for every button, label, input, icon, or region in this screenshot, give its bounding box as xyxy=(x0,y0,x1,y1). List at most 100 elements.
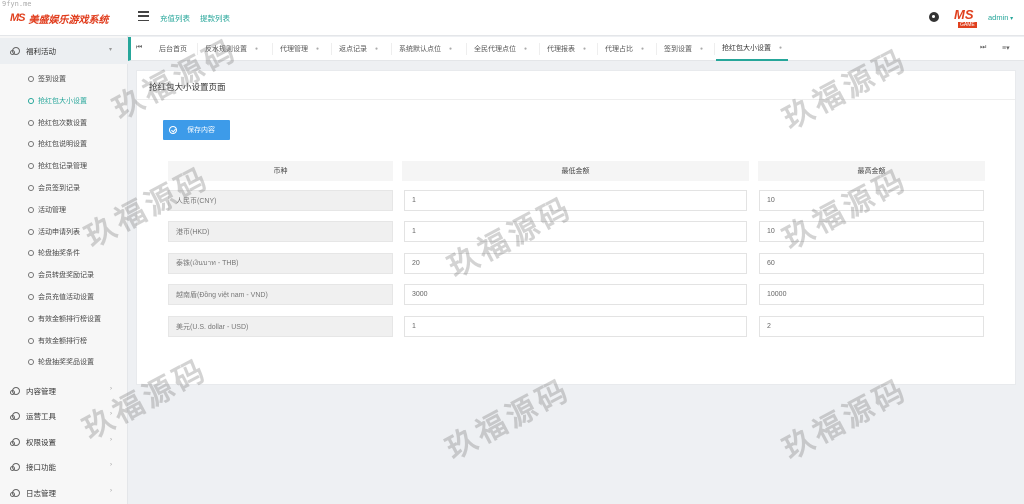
sidebar-item-2[interactable]: 抢红包次数设置 xyxy=(0,112,128,134)
sidebar-group-3[interactable]: 权限设置 › xyxy=(0,429,128,455)
sidebar-item-7[interactable]: 活动申请列表 xyxy=(0,221,128,243)
withdraw-list-link[interactable]: 提款列表 xyxy=(200,13,230,24)
tab-9[interactable]: 抢红包大小设置 ● xyxy=(716,37,789,61)
tab-4[interactable]: 系统默认点位 ● xyxy=(393,37,458,61)
sidebar-item-5[interactable]: 会员签到记录 xyxy=(0,177,128,199)
tab-close-icon[interactable]: ● xyxy=(524,46,527,52)
sidebar-group-4[interactable]: 接口功能 › xyxy=(0,454,128,480)
tab-close-icon[interactable]: ● xyxy=(779,45,782,51)
item-icon xyxy=(28,294,34,300)
sidebar-item-4[interactable]: 抢红包记录管理 xyxy=(0,155,128,177)
column-header-2: 最高金额 xyxy=(758,161,985,181)
tab-8[interactable]: 签到设置 ● xyxy=(658,37,709,61)
tab-separator xyxy=(391,43,392,55)
user-menu[interactable]: admin xyxy=(988,13,1013,22)
item-icon xyxy=(28,76,34,82)
max-amount-input[interactable]: 2 xyxy=(759,316,984,337)
max-amount-input[interactable]: 10 xyxy=(759,190,984,211)
tab-7[interactable]: 代理占比 ● xyxy=(599,37,650,61)
group-icon xyxy=(10,387,20,395)
min-amount-input[interactable]: 1 xyxy=(404,221,747,242)
sidebar-group-5[interactable]: 日志管理 › xyxy=(0,480,128,504)
tab-close-icon[interactable]: ● xyxy=(641,46,644,52)
currency-cell: 港币(HKD) xyxy=(168,221,393,242)
tab-6[interactable]: 代理报表 ● xyxy=(541,37,592,61)
sidebar-item-3[interactable]: 抢红包说明设置 xyxy=(0,133,128,155)
min-amount-input[interactable]: 1 xyxy=(404,316,747,337)
sidebar-item-8[interactable]: 轮盘抽奖条件 xyxy=(0,242,128,264)
tab-label: 返点记录 xyxy=(339,46,367,53)
tab-close-icon[interactable]: ● xyxy=(700,46,703,52)
min-amount-input[interactable]: 1 xyxy=(404,190,747,211)
group-icon xyxy=(10,489,20,497)
tab-separator xyxy=(272,43,273,55)
tab-scroll-right-icon[interactable]: ⏭ xyxy=(980,44,986,52)
sidebar-group-2[interactable]: 运营工具 › xyxy=(0,403,128,429)
tab-separator xyxy=(331,43,332,55)
palette-icon[interactable] xyxy=(929,12,939,22)
max-amount-input[interactable]: 60 xyxy=(759,253,984,274)
check-circle-icon xyxy=(169,126,177,134)
recharge-list-link[interactable]: 充值列表 xyxy=(160,13,190,24)
max-amount-input[interactable]: 10000 xyxy=(759,284,984,305)
tab-menu-icon[interactable]: ≡▾ xyxy=(1002,44,1010,52)
app-logo[interactable]: MS 美盛娱乐游戏系统 xyxy=(0,0,128,36)
sidebar-item-13[interactable]: 轮盘抽奖奖品设置 xyxy=(0,351,128,373)
tab-close-icon[interactable]: ● xyxy=(583,46,586,52)
min-amount-input[interactable]: 20 xyxy=(404,253,747,274)
save-button[interactable]: 保存内容 xyxy=(163,120,230,140)
sidebar: 福利活动 ▾ 内容管理 › 运营工具 › 权限设置 › 接口功能 › 日志管理 › 签到设置 抢红包大小设… xyxy=(0,36,128,504)
tab-label: 代理管理 xyxy=(280,46,308,53)
sidebar-item-label: 会员转盘奖励记录 xyxy=(38,272,94,280)
sidebar-item-12[interactable]: 有效金额排行榜 xyxy=(0,330,128,352)
app-title: 美盛娱乐游戏系统 xyxy=(28,14,109,26)
save-button-label: 保存内容 xyxy=(187,127,215,134)
tab-scroll-left-icon[interactable]: ⏮ xyxy=(136,44,142,52)
currency-cell: 人民币(CNY) xyxy=(168,190,393,211)
tab-label: 后台首页 xyxy=(159,46,187,53)
sidebar-item-10[interactable]: 会员充值活动设置 xyxy=(0,286,128,308)
tab-close-icon[interactable]: ● xyxy=(316,46,319,52)
tab-label: 代理报表 xyxy=(547,46,575,53)
tab-label: 签到设置 xyxy=(664,46,692,53)
sidebar-item-0[interactable]: 签到设置 xyxy=(0,68,128,90)
group-icon xyxy=(10,412,20,420)
tab-5[interactable]: 全民代理点位 ● xyxy=(468,37,533,61)
top-bar: 9fyn.me MS 美盛娱乐游戏系统 充值列表 提款列表 MS GAME ad… xyxy=(0,0,1024,36)
sidebar-group-0[interactable]: 福利活动 ▾ xyxy=(0,38,128,64)
max-amount-input[interactable]: 10 xyxy=(759,221,984,242)
column-header-0: 币种 xyxy=(168,161,393,181)
tab-2[interactable]: 代理管理 ● xyxy=(274,37,325,61)
min-amount-input[interactable]: 3000 xyxy=(404,284,747,305)
sidebar-item-6[interactable]: 活动管理 xyxy=(0,199,128,221)
item-icon xyxy=(28,337,34,344)
sidebar-item-11[interactable]: 有效金额排行榜设置 xyxy=(0,308,128,330)
item-icon xyxy=(28,250,34,257)
item-icon xyxy=(28,163,34,170)
sidebar-item-9[interactable]: 会员转盘奖励记录 xyxy=(0,264,128,286)
tab-close-icon[interactable]: ● xyxy=(375,46,378,52)
tab-label: 全民代理点位 xyxy=(474,46,516,53)
sidebar-item-label: 活动管理 xyxy=(38,206,66,214)
sidebar-group-1[interactable]: 内容管理 › xyxy=(0,378,128,404)
tab-separator xyxy=(656,43,657,55)
sidebar-item-label: 抢红包说明设置 xyxy=(38,141,87,149)
tab-1[interactable]: 反水规则设置 ● xyxy=(199,37,264,61)
tab-separator xyxy=(597,43,598,55)
sidebar-item-label: 签到设置 xyxy=(38,76,66,83)
item-icon xyxy=(28,315,34,322)
currency-cell: 美元(U.S. dollar - USD) xyxy=(168,316,393,337)
tab-3[interactable]: 返点记录 ● xyxy=(333,37,384,61)
sidebar-item-1[interactable]: 抢红包大小设置 xyxy=(0,90,128,112)
sidebar-group-label: 运营工具 xyxy=(26,411,56,421)
tab-0[interactable]: 后台首页 xyxy=(153,37,193,61)
avatar[interactable]: MS GAME xyxy=(954,7,982,29)
chevron-right-icon: › xyxy=(110,488,112,494)
tab-close-icon[interactable]: ● xyxy=(449,46,452,52)
tab-label: 反水规则设置 xyxy=(205,46,247,53)
menu-toggle-icon[interactable] xyxy=(138,11,149,21)
logo-mark: MS xyxy=(10,12,25,24)
sidebar-item-label: 抢红包记录管理 xyxy=(38,163,87,171)
tab-close-icon[interactable]: ● xyxy=(255,46,258,52)
tab-bar: ⏮ ⏭ ≡▾ 后台首页 反水规则设置 ● 代理管理 ● 返点记录 ● 系统默认点位 ● 全民代理点… xyxy=(128,37,1024,61)
